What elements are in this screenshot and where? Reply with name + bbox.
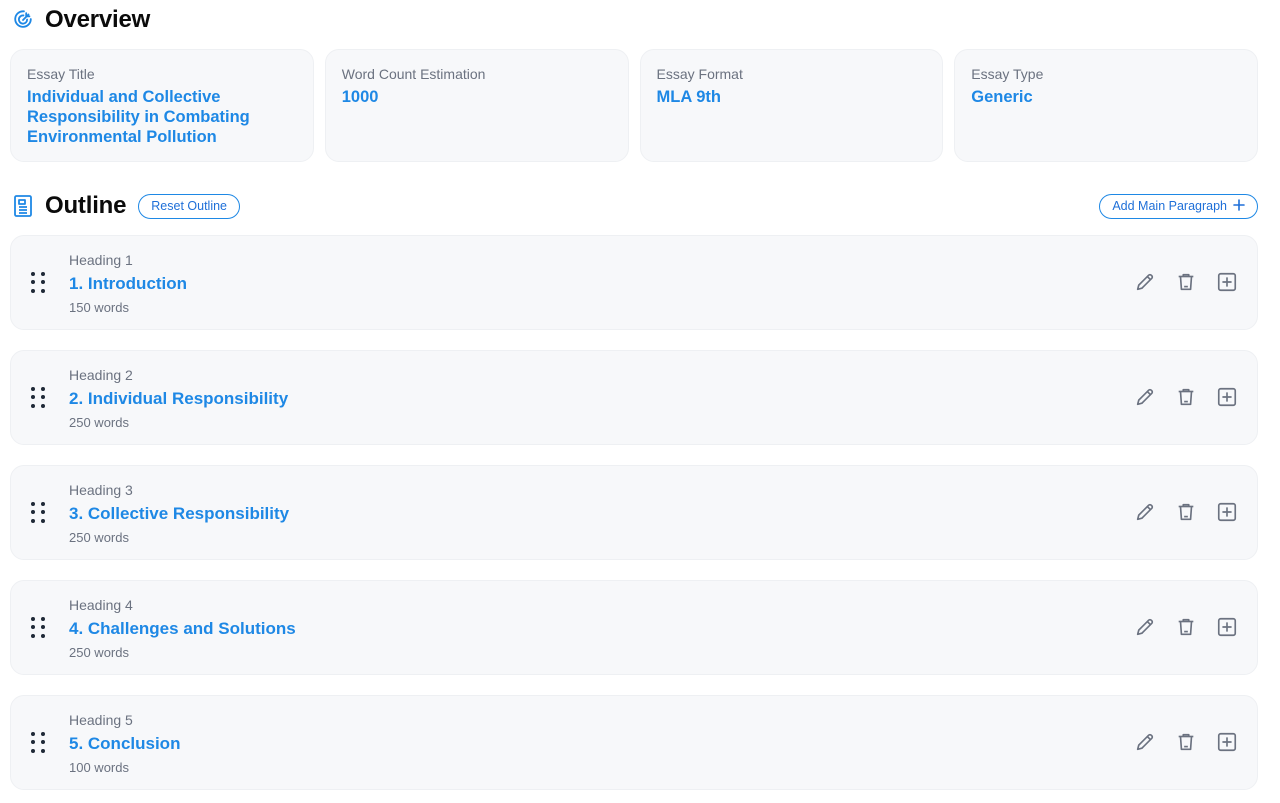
- heading-label: Heading 5: [69, 712, 133, 728]
- outline-heading-row: Heading 5 5. Conclusion 100 words: [10, 695, 1258, 790]
- card-value: MLA 9th: [656, 88, 721, 106]
- outline-list: Heading 1 1. Introduction 150 words Head…: [10, 235, 1258, 803]
- overview-cards: Essay Title Individual and Collective Re…: [10, 49, 1258, 162]
- add-main-paragraph-label: Add Main Paragraph: [1112, 199, 1227, 213]
- heading-label: Heading 1: [69, 252, 133, 268]
- target-icon: [11, 8, 35, 32]
- heading-text: Heading 3 3. Collective Responsibility 2…: [69, 482, 289, 545]
- pencil-icon[interactable]: [1133, 500, 1157, 524]
- overview-title: Overview: [45, 6, 151, 33]
- drag-handle-icon[interactable]: [31, 272, 47, 294]
- heading-word-count: 250 words: [69, 415, 129, 430]
- heading-word-count: 150 words: [69, 300, 129, 315]
- card-label: Essay Type: [971, 66, 1044, 82]
- plus-square-icon[interactable]: [1215, 730, 1239, 754]
- plus-square-icon[interactable]: [1215, 615, 1239, 639]
- plus-square-icon[interactable]: [1215, 270, 1239, 294]
- trash-icon[interactable]: [1174, 270, 1198, 294]
- reset-outline-label: Reset Outline: [151, 199, 227, 213]
- row-actions: [1133, 385, 1239, 409]
- card-label: Word Count Estimation: [341, 66, 486, 82]
- heading-title: 1. Introduction: [69, 274, 188, 293]
- heading-word-count: 250 words: [69, 645, 129, 660]
- drag-handle-icon[interactable]: [31, 387, 47, 409]
- plus-square-icon[interactable]: [1215, 500, 1239, 524]
- trash-icon[interactable]: [1174, 615, 1198, 639]
- pencil-icon[interactable]: [1133, 270, 1157, 294]
- page: Overview Essay Title Individual and Coll…: [0, 0, 1280, 803]
- card-value: 1000: [341, 88, 379, 106]
- heading-label: Heading 2: [69, 367, 133, 383]
- trash-icon[interactable]: [1174, 385, 1198, 409]
- heading-label: Heading 4: [69, 597, 133, 613]
- heading-label: Heading 3: [69, 482, 133, 498]
- row-actions: [1133, 730, 1239, 754]
- heading-word-count: 100 words: [69, 760, 129, 775]
- trash-icon[interactable]: [1174, 730, 1198, 754]
- outline-header: Outline Reset Outline Add Main Paragraph: [10, 186, 1258, 226]
- plus-icon: [1233, 198, 1245, 214]
- heading-title: 4. Challenges and Solutions: [69, 619, 296, 638]
- essay-title-card: Essay Title Individual and Collective Re…: [10, 49, 314, 162]
- reset-outline-button[interactable]: Reset Outline: [138, 193, 240, 219]
- document-icon: [11, 194, 35, 218]
- row-actions: [1133, 500, 1239, 524]
- row-actions: [1133, 270, 1239, 294]
- heading-text: Heading 5 5. Conclusion 100 words: [69, 712, 180, 775]
- overview-header: Overview: [10, 0, 150, 40]
- pencil-icon[interactable]: [1133, 730, 1157, 754]
- pencil-icon[interactable]: [1133, 615, 1157, 639]
- drag-handle-icon[interactable]: [31, 502, 47, 524]
- pencil-icon[interactable]: [1133, 385, 1157, 409]
- row-actions: [1133, 615, 1239, 639]
- card-value: Individual and Collective Responsibility…: [27, 88, 250, 146]
- card-label: Essay Format: [656, 66, 743, 82]
- word-count-card: Word Count Estimation 1000: [324, 49, 629, 162]
- essay-type-card: Essay Type Generic: [954, 49, 1258, 162]
- drag-handle-icon[interactable]: [31, 617, 47, 639]
- outline-heading-row: Heading 1 1. Introduction 150 words: [10, 235, 1258, 330]
- heading-title: 3. Collective Responsibility: [69, 504, 290, 523]
- add-main-paragraph-button[interactable]: Add Main Paragraph: [1099, 193, 1258, 219]
- outline-heading-row: Heading 3 3. Collective Responsibility 2…: [10, 465, 1258, 560]
- essay-format-card: Essay Format MLA 9th: [639, 49, 944, 162]
- card-label: Essay Title: [27, 66, 95, 82]
- heading-word-count: 250 words: [69, 530, 129, 545]
- heading-text: Heading 1 1. Introduction 150 words: [69, 252, 187, 315]
- heading-title: 5. Conclusion: [69, 734, 181, 753]
- card-value: Generic: [971, 88, 1033, 106]
- heading-text: Heading 2 2. Individual Responsibility 2…: [69, 367, 288, 430]
- heading-title: 2. Individual Responsibility: [69, 389, 289, 408]
- plus-square-icon[interactable]: [1215, 385, 1239, 409]
- drag-handle-icon[interactable]: [31, 732, 47, 754]
- outline-heading-row: Heading 4 4. Challenges and Solutions 25…: [10, 580, 1258, 675]
- outline-title: Outline: [45, 192, 127, 219]
- outline-heading-row: Heading 2 2. Individual Responsibility 2…: [10, 350, 1258, 445]
- heading-text: Heading 4 4. Challenges and Solutions 25…: [69, 597, 296, 660]
- trash-icon[interactable]: [1174, 500, 1198, 524]
